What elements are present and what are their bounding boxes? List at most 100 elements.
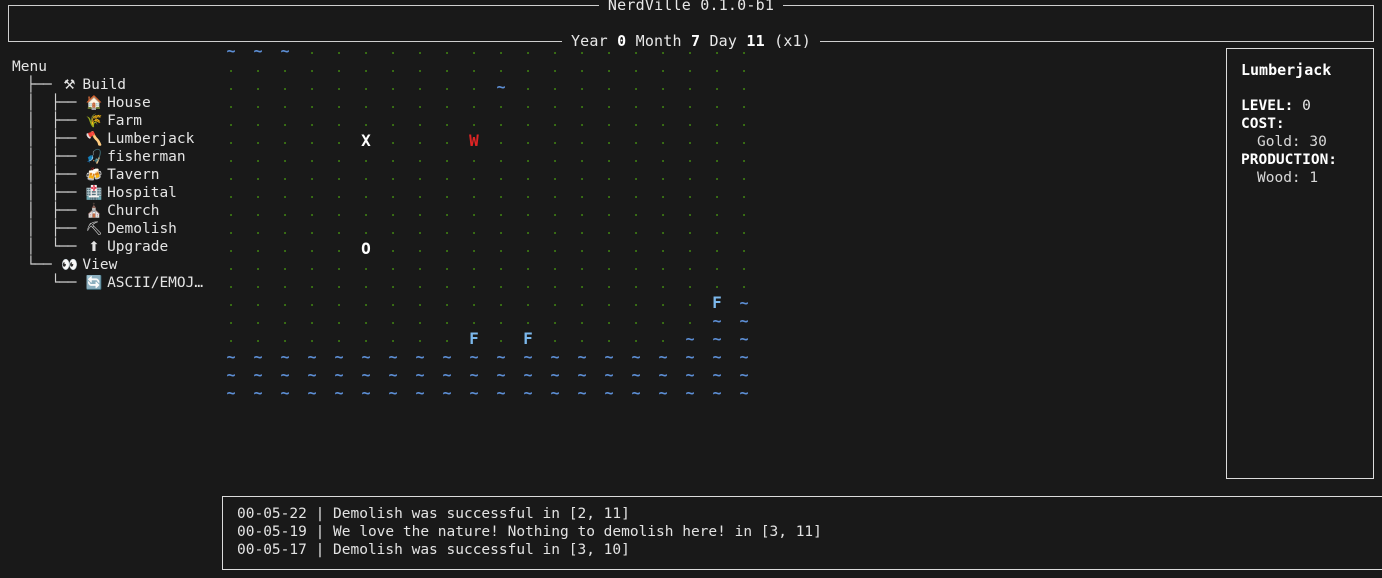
- water-tile[interactable]: ~: [438, 366, 456, 384]
- grass-tile[interactable]: .: [708, 78, 726, 96]
- grass-tile[interactable]: .: [276, 150, 294, 168]
- grass-tile[interactable]: .: [519, 78, 537, 96]
- grass-tile[interactable]: .: [303, 42, 321, 60]
- grass-tile[interactable]: .: [465, 204, 483, 222]
- grass-tile[interactable]: .: [330, 168, 348, 186]
- grass-tile[interactable]: .: [276, 132, 294, 150]
- water-tile[interactable]: ~: [519, 348, 537, 366]
- grass-tile[interactable]: .: [708, 168, 726, 186]
- grass-tile[interactable]: .: [519, 96, 537, 114]
- grass-tile[interactable]: .: [708, 150, 726, 168]
- grass-tile[interactable]: .: [681, 114, 699, 132]
- water-tile[interactable]: ~: [330, 384, 348, 402]
- water-tile[interactable]: ~: [546, 384, 564, 402]
- grass-tile[interactable]: .: [654, 258, 672, 276]
- grass-tile[interactable]: .: [249, 330, 267, 348]
- water-tile[interactable]: ~: [681, 366, 699, 384]
- grass-tile[interactable]: .: [708, 276, 726, 294]
- grass-tile[interactable]: .: [384, 42, 402, 60]
- water-tile[interactable]: ~: [654, 366, 672, 384]
- water-tile[interactable]: ~: [249, 384, 267, 402]
- grass-tile[interactable]: .: [438, 60, 456, 78]
- water-tile[interactable]: ~: [708, 330, 726, 348]
- water-tile[interactable]: ~: [303, 348, 321, 366]
- grass-tile[interactable]: .: [438, 294, 456, 312]
- water-tile[interactable]: ~: [708, 348, 726, 366]
- grass-tile[interactable]: .: [249, 132, 267, 150]
- water-tile[interactable]: ~: [546, 366, 564, 384]
- grass-tile[interactable]: .: [546, 168, 564, 186]
- grass-tile[interactable]: .: [276, 330, 294, 348]
- grass-tile[interactable]: .: [411, 78, 429, 96]
- grass-tile[interactable]: .: [222, 96, 240, 114]
- grass-tile[interactable]: .: [276, 114, 294, 132]
- grass-tile[interactable]: .: [654, 276, 672, 294]
- water-tile[interactable]: ~: [681, 384, 699, 402]
- selection-tile[interactable]: O: [357, 240, 375, 258]
- grass-tile[interactable]: .: [249, 96, 267, 114]
- water-tile[interactable]: ~: [222, 384, 240, 402]
- water-tile[interactable]: ~: [519, 384, 537, 402]
- grass-tile[interactable]: .: [357, 312, 375, 330]
- grass-tile[interactable]: .: [411, 330, 429, 348]
- grass-tile[interactable]: .: [411, 150, 429, 168]
- grass-tile[interactable]: .: [465, 42, 483, 60]
- grass-tile[interactable]: .: [465, 78, 483, 96]
- water-tile[interactable]: ~: [384, 384, 402, 402]
- grass-tile[interactable]: .: [600, 114, 618, 132]
- water-tile[interactable]: ~: [411, 348, 429, 366]
- grass-tile[interactable]: .: [222, 150, 240, 168]
- grass-tile[interactable]: .: [600, 78, 618, 96]
- grass-tile[interactable]: .: [357, 96, 375, 114]
- grass-tile[interactable]: .: [492, 60, 510, 78]
- grass-tile[interactable]: .: [249, 276, 267, 294]
- grass-tile[interactable]: .: [654, 96, 672, 114]
- grass-tile[interactable]: .: [519, 240, 537, 258]
- grass-tile[interactable]: .: [654, 150, 672, 168]
- grass-tile[interactable]: .: [573, 150, 591, 168]
- menu-item-tavern[interactable]: │ ├── 🍻 Tavern: [10, 166, 225, 184]
- grass-tile[interactable]: .: [492, 258, 510, 276]
- grass-tile[interactable]: .: [519, 60, 537, 78]
- grass-tile[interactable]: .: [303, 114, 321, 132]
- water-tile[interactable]: ~: [249, 42, 267, 60]
- grass-tile[interactable]: .: [573, 114, 591, 132]
- water-tile[interactable]: ~: [573, 348, 591, 366]
- grass-tile[interactable]: .: [276, 294, 294, 312]
- grass-tile[interactable]: .: [546, 240, 564, 258]
- grass-tile[interactable]: .: [627, 330, 645, 348]
- grass-tile[interactable]: .: [654, 60, 672, 78]
- grass-tile[interactable]: .: [654, 114, 672, 132]
- grass-tile[interactable]: .: [249, 258, 267, 276]
- grass-tile[interactable]: .: [357, 186, 375, 204]
- grass-tile[interactable]: .: [492, 132, 510, 150]
- water-tile[interactable]: ~: [357, 384, 375, 402]
- water-tile[interactable]: ~: [681, 348, 699, 366]
- grass-tile[interactable]: .: [708, 42, 726, 60]
- grass-tile[interactable]: .: [708, 240, 726, 258]
- grass-tile[interactable]: .: [384, 78, 402, 96]
- grass-tile[interactable]: .: [249, 240, 267, 258]
- water-tile[interactable]: ~: [222, 42, 240, 60]
- grass-tile[interactable]: .: [735, 78, 753, 96]
- grass-tile[interactable]: .: [276, 240, 294, 258]
- grass-tile[interactable]: .: [384, 168, 402, 186]
- grass-tile[interactable]: .: [411, 294, 429, 312]
- menu-item-ascii-emoji[interactable]: └── 🔄 ASCII/EMOJ…: [10, 274, 225, 292]
- grass-tile[interactable]: .: [492, 204, 510, 222]
- grass-tile[interactable]: .: [276, 186, 294, 204]
- grass-tile[interactable]: .: [249, 186, 267, 204]
- water-tile[interactable]: ~: [600, 348, 618, 366]
- grass-tile[interactable]: .: [492, 186, 510, 204]
- grass-tile[interactable]: .: [249, 78, 267, 96]
- grass-tile[interactable]: .: [357, 294, 375, 312]
- grass-tile[interactable]: .: [411, 186, 429, 204]
- grass-tile[interactable]: .: [492, 42, 510, 60]
- grass-tile[interactable]: .: [627, 222, 645, 240]
- grass-tile[interactable]: .: [222, 330, 240, 348]
- water-tile[interactable]: ~: [465, 348, 483, 366]
- grass-tile[interactable]: .: [330, 96, 348, 114]
- grass-tile[interactable]: .: [600, 150, 618, 168]
- grass-tile[interactable]: .: [357, 204, 375, 222]
- grass-tile[interactable]: .: [303, 168, 321, 186]
